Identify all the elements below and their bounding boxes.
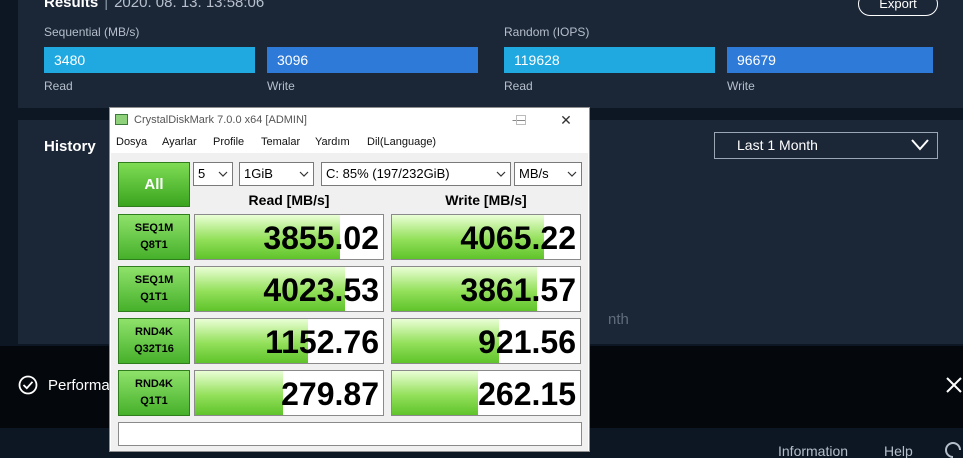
results-title: Results [44, 0, 99, 11]
write-header: Write [MB/s] [445, 192, 527, 208]
result-fill [392, 371, 479, 415]
result-cell-read: 279.87 [194, 370, 384, 416]
result-cell-write: 4065.22 [391, 214, 581, 260]
unit-value: MB/s [519, 166, 549, 181]
cdm-client: All 5 1GiB C: 85% (197/232GiB) MB/s Read… [111, 153, 588, 451]
period-value: Last 1 Month [737, 137, 818, 153]
drive-select[interactable]: C: 85% (197/232GiB) [321, 162, 511, 186]
seq-read-caption: Read [44, 79, 73, 93]
test-label-line1: RND4K [135, 378, 173, 390]
result-cell-read: 4023.53 [194, 266, 384, 312]
test-label-line1: SEQ1M [134, 274, 174, 286]
seq-write-caption: Write [267, 79, 295, 93]
unit-select[interactable]: MB/s [514, 162, 582, 186]
help-link[interactable]: Help [884, 443, 913, 458]
rnd-read-caption: Read [504, 79, 533, 93]
result-cell-read: 3855.02 [194, 214, 384, 260]
test-label-line2: Q1T1 [140, 395, 168, 407]
menu-yardim[interactable]: Yardım [315, 136, 350, 148]
refresh-icon[interactable] [944, 442, 963, 458]
close-icon[interactable] [945, 376, 963, 394]
result-fill [195, 371, 284, 415]
seq-write-bar: 3096 [267, 47, 478, 73]
result-value: 3861.57 [460, 272, 576, 308]
result-cell-write: 3861.57 [391, 266, 581, 312]
period-select[interactable]: Last 1 Month [714, 132, 938, 159]
window-close-icon[interactable]: ✕ [555, 111, 577, 129]
count-select[interactable]: 5 [193, 162, 233, 186]
result-value: 262.15 [478, 376, 576, 412]
result-value: 4065.22 [460, 220, 576, 256]
cdm-title: CrystalDiskMark 7.0.0 x64 [ADMIN] [134, 114, 307, 126]
test-button-seq1m-q8t1[interactable]: SEQ1M Q8T1 [118, 214, 190, 260]
test-button-seq1m-q1t1[interactable]: SEQ1M Q1T1 [118, 266, 190, 312]
menu-dosya[interactable]: Dosya [116, 136, 147, 148]
test-label-line1: RND4K [135, 326, 173, 338]
read-header: Read [MB/s] [248, 192, 330, 208]
menu-profile[interactable]: Profile [213, 136, 244, 148]
title-separator: | [104, 0, 109, 11]
result-value: 4023.53 [263, 272, 379, 308]
result-value: 1152.76 [265, 324, 379, 360]
results-date: 2020. 08. 13. 13:58:06 [114, 0, 265, 11]
test-label-line2: Q8T1 [140, 239, 168, 251]
result-value: 279.87 [281, 376, 379, 412]
history-empty-text: nth [608, 311, 629, 328]
maximize-icon[interactable] [510, 111, 532, 129]
history-title: History [44, 138, 96, 155]
test-label-line1: SEQ1M [134, 222, 174, 234]
cdm-menubar: Dosya Ayarlar Profile Temalar Yardım Dil… [110, 132, 589, 152]
chevron-down-icon [496, 171, 506, 177]
random-label: Random (IOPS) [504, 25, 590, 39]
crystaldiskmark-window: CrystalDiskMark 7.0.0 x64 [ADMIN] — ✕ Do… [109, 107, 590, 452]
count-value: 5 [198, 166, 206, 181]
result-cell-read: 1152.76 [194, 318, 384, 364]
seq-read-bar: 3480 [44, 47, 255, 73]
result-value: 3855.02 [263, 220, 379, 256]
drive-value: C: 85% (197/232GiB) [326, 166, 450, 181]
size-value: 1GiB [244, 166, 273, 181]
menu-language[interactable]: Dil(Language) [367, 136, 436, 148]
sequential-label: Sequential (MB/s) [44, 25, 140, 39]
size-select[interactable]: 1GiB [239, 162, 314, 186]
chevron-down-icon [911, 139, 929, 151]
result-cell-write: 921.56 [391, 318, 581, 364]
test-button-rnd4k-q32t16[interactable]: RND4K Q32T16 [118, 318, 190, 364]
rnd-write-caption: Write [727, 79, 755, 93]
test-label-line2: Q1T1 [140, 291, 168, 303]
notification-text: Performa [48, 377, 110, 394]
comment-input[interactable] [118, 422, 582, 446]
chevron-down-icon [299, 171, 309, 177]
menu-ayarlar[interactable]: Ayarlar [162, 136, 197, 148]
menu-temalar[interactable]: Temalar [261, 136, 300, 148]
check-circle-icon [18, 375, 38, 395]
information-link[interactable]: Information [778, 443, 848, 458]
results-panel: Results | 2020. 08. 13. 13:58:06 Export Se… [18, 0, 963, 108]
rnd-write-bar: 96679 [727, 47, 933, 73]
test-label-line2: Q32T16 [134, 343, 174, 355]
chevron-down-icon [567, 171, 577, 177]
export-button[interactable]: Export [858, 0, 938, 16]
chevron-down-icon [218, 171, 228, 177]
cdm-titlebar[interactable]: CrystalDiskMark 7.0.0 x64 [ADMIN] — ✕ [110, 108, 589, 132]
test-button-rnd4k-q1t1[interactable]: RND4K Q1T1 [118, 370, 190, 416]
result-cell-write: 262.15 [391, 370, 581, 416]
rnd-read-bar: 119628 [504, 47, 715, 73]
results-heading: Results | 2020. 08. 13. 13:58:06 [44, 0, 264, 11]
result-value: 921.56 [478, 324, 576, 360]
all-button[interactable]: All [118, 162, 190, 207]
cdm-app-icon [115, 114, 128, 125]
